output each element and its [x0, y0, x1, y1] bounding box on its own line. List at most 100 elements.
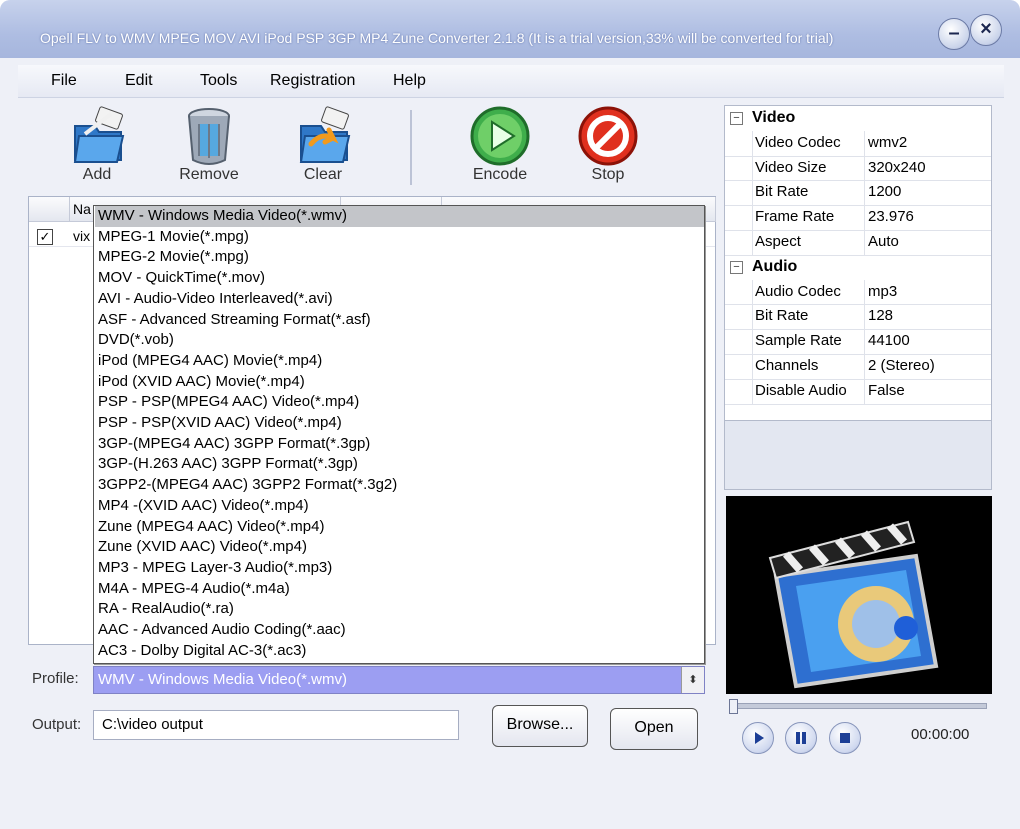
clear-button[interactable]: Clear: [278, 104, 368, 184]
profile-dropdown-list[interactable]: WMV - Windows Media Video(*.wmv) MPEG-1 …: [93, 205, 705, 664]
format-option[interactable]: AAC - Advanced Audio Coding(*.aac): [98, 620, 346, 641]
updown-chevron-icon: ⬍: [688, 674, 698, 686]
format-option[interactable]: WMV - Windows Media Video(*.wmv): [95, 206, 704, 227]
format-option[interactable]: iPod (XVID AAC) Movie(*.mp4): [98, 372, 305, 393]
property-description-panel: [724, 420, 992, 490]
open-button[interactable]: Open: [610, 708, 698, 750]
property-row[interactable]: Bit Rate 128: [725, 304, 991, 331]
format-option[interactable]: RA - RealAudio(*.ra): [98, 599, 234, 620]
menu-help[interactable]: Help: [393, 72, 426, 90]
clear-icon: [299, 106, 351, 163]
stop-playback-button[interactable]: [829, 722, 861, 754]
property-row[interactable]: Disable Audio False: [725, 378, 991, 405]
video-category-label: Video: [752, 109, 796, 126]
property-row[interactable]: Audio Codec mp3: [725, 279, 991, 306]
format-option[interactable]: MP3 - MPEG Layer-3 Audio(*.mp3): [98, 558, 332, 579]
format-option[interactable]: DVD(*.vob): [98, 330, 174, 351]
property-row[interactable]: Channels 2 (Stereo): [725, 354, 991, 380]
audio-category-row[interactable]: − Audio: [725, 255, 991, 280]
output-path-field[interactable]: C:\video output: [93, 710, 459, 740]
property-name: Bit Rate: [752, 304, 865, 330]
minimize-icon: –: [948, 22, 960, 44]
property-row[interactable]: Bit Rate 1200: [725, 180, 991, 207]
property-row[interactable]: Video Codec wmv2: [725, 130, 991, 157]
window-title: Opell FLV to WMV MPEG MOV AVI iPod PSP 3…: [40, 30, 834, 46]
format-option[interactable]: Zune (MPEG4 AAC) Video(*.mp4): [98, 517, 324, 538]
output-label: Output:: [32, 716, 82, 733]
clapperboard-icon: [768, 520, 939, 689]
output-path-value: C:\video output: [102, 716, 203, 733]
property-name: Video Size: [752, 155, 865, 181]
format-option[interactable]: iPod (MPEG4 AAC) Movie(*.mp4): [98, 351, 322, 372]
app-window: Opell FLV to WMV MPEG MOV AVI iPod PSP 3…: [0, 0, 1020, 829]
play-icon: [470, 106, 530, 166]
property-row[interactable]: Sample Rate 44100: [725, 329, 991, 355]
encode-button[interactable]: Encode: [455, 104, 545, 184]
property-value[interactable]: 44100: [868, 329, 910, 354]
profile-dropdown-toggle[interactable]: ⬍: [681, 667, 704, 693]
format-option[interactable]: AC3 - Dolby Digital AC-3(*.ac3): [98, 641, 306, 662]
minimize-button[interactable]: –: [938, 18, 970, 50]
browse-button[interactable]: Browse...: [492, 705, 588, 747]
property-value[interactable]: 23.976: [868, 205, 914, 230]
trash-icon: [188, 108, 230, 165]
property-row[interactable]: Aspect Auto: [725, 230, 991, 256]
property-value[interactable]: 320x240: [868, 156, 926, 181]
audio-category-label: Audio: [752, 257, 798, 275]
seek-handle[interactable]: [729, 699, 738, 714]
property-value[interactable]: 128: [868, 304, 893, 329]
property-row[interactable]: Video Size 320x240: [725, 155, 991, 182]
title-bar: Opell FLV to WMV MPEG MOV AVI iPod PSP 3…: [0, 0, 1020, 58]
remove-button[interactable]: Remove: [164, 104, 254, 184]
properties-grid[interactable]: − Video Video Codec wmv2 Video Size 320x…: [724, 105, 992, 422]
video-category-row[interactable]: − Video: [725, 106, 991, 131]
row-checkbox[interactable]: ✓: [37, 229, 53, 245]
add-button[interactable]: Add: [52, 104, 142, 184]
format-option[interactable]: MPEG-2 Movie(*.mpg): [98, 247, 249, 268]
property-value[interactable]: 2 (Stereo): [868, 354, 935, 379]
format-option[interactable]: ASF - Advanced Streaming Format(*.asf): [98, 310, 371, 331]
property-row[interactable]: Frame Rate 23.976: [725, 205, 991, 231]
menu-registration[interactable]: Registration: [270, 72, 355, 90]
checkbox-column-header[interactable]: [29, 197, 70, 222]
stop-label: Stop: [591, 166, 625, 183]
property-name: Audio Codec: [752, 279, 865, 305]
stop-button[interactable]: Stop: [563, 104, 653, 184]
seek-bar[interactable]: [733, 703, 987, 709]
menu-edit[interactable]: Edit: [125, 72, 153, 90]
property-value[interactable]: False: [868, 379, 905, 404]
format-option[interactable]: 3GP-(MPEG4 AAC) 3GPP Format(*.3gp): [98, 434, 370, 455]
pause-button[interactable]: [785, 722, 817, 754]
property-value[interactable]: Auto: [868, 230, 899, 255]
collapse-icon[interactable]: −: [730, 112, 743, 125]
collapse-icon[interactable]: −: [730, 260, 743, 274]
format-option[interactable]: 3GPP2-(MPEG4 AAC) 3GPP2 Format(*.3g2): [98, 475, 397, 496]
menu-bar: File Edit Tools Registration Help: [18, 65, 1004, 98]
format-option[interactable]: MOV - QuickTime(*.mov): [98, 268, 265, 289]
stop-square-icon: [840, 733, 850, 743]
property-name: Channels: [752, 354, 865, 379]
encode-label: Encode: [472, 166, 528, 183]
format-option[interactable]: MP4 -(XVID AAC) Video(*.mp4): [98, 496, 309, 517]
format-option[interactable]: MPEG-1 Movie(*.mpg): [98, 227, 249, 248]
property-name: Aspect: [752, 230, 865, 255]
property-value[interactable]: wmv2: [868, 131, 907, 156]
format-option[interactable]: Zune (XVID AAC) Video(*.mp4): [98, 537, 307, 558]
menu-file[interactable]: File: [51, 72, 77, 90]
menu-tools[interactable]: Tools: [200, 72, 237, 90]
play-button[interactable]: [742, 722, 774, 754]
property-value[interactable]: 1200: [868, 180, 901, 205]
property-name: Frame Rate: [752, 205, 865, 230]
stop-icon: [578, 106, 638, 166]
close-button[interactable]: ×: [970, 14, 1002, 46]
add-icon: [73, 106, 125, 163]
file-name-cell[interactable]: vix: [73, 228, 90, 244]
format-option[interactable]: 3GP-(H.263 AAC) 3GPP Format(*.3gp): [98, 454, 358, 475]
format-option[interactable]: AVI - Audio-Video Interleaved(*.avi): [98, 289, 333, 310]
profile-select[interactable]: WMV - Windows Media Video(*.wmv) ⬍: [93, 666, 705, 694]
format-option[interactable]: M4A - MPEG-4 Audio(*.m4a): [98, 579, 290, 600]
format-option[interactable]: PSP - PSP(MPEG4 AAC) Video(*.mp4): [98, 392, 359, 413]
format-option[interactable]: PSP - PSP(XVID AAC) Video(*.mp4): [98, 413, 342, 434]
property-value[interactable]: mp3: [868, 280, 897, 305]
toolbar-separator: [410, 110, 412, 185]
